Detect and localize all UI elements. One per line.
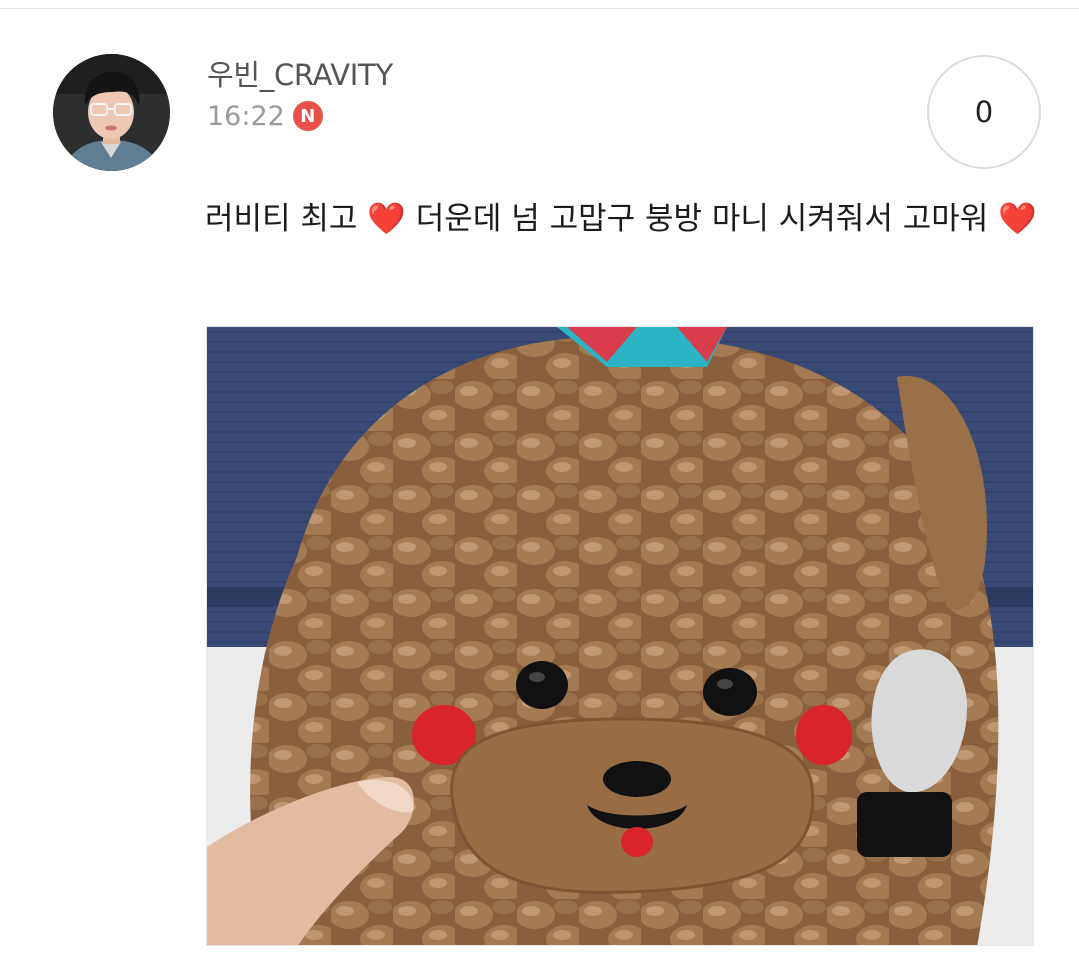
reply-count-button[interactable]: 0 [927, 55, 1041, 169]
post-time: 16:22 [207, 100, 285, 132]
post-message: 러비티 최고 ❤️ 더운데 넘 고맙구 붕방 마니 시켜줘서 고마워 ❤️ [205, 193, 1045, 246]
avatar[interactable] [53, 54, 170, 171]
message-text-1: 러비티 최고 [205, 201, 368, 237]
timestamp-row: 16:22 N [207, 98, 323, 134]
post-card: 우빈_CRAVITY 16:22 N 0 러비티 최고 ❤️ 더운데 넘 고맙구… [0, 0, 1079, 971]
message-text-2: 더운데 넘 고맙구 붕방 마니 시켜줘서 고마워 [405, 201, 999, 237]
new-badge: N [292, 101, 323, 131]
heart-emoji: ❤️ [367, 201, 406, 237]
username[interactable]: 우빈_CRAVITY [207, 52, 393, 94]
post-photo[interactable] [206, 326, 1034, 946]
heart-emoji: ❤️ [998, 201, 1037, 237]
